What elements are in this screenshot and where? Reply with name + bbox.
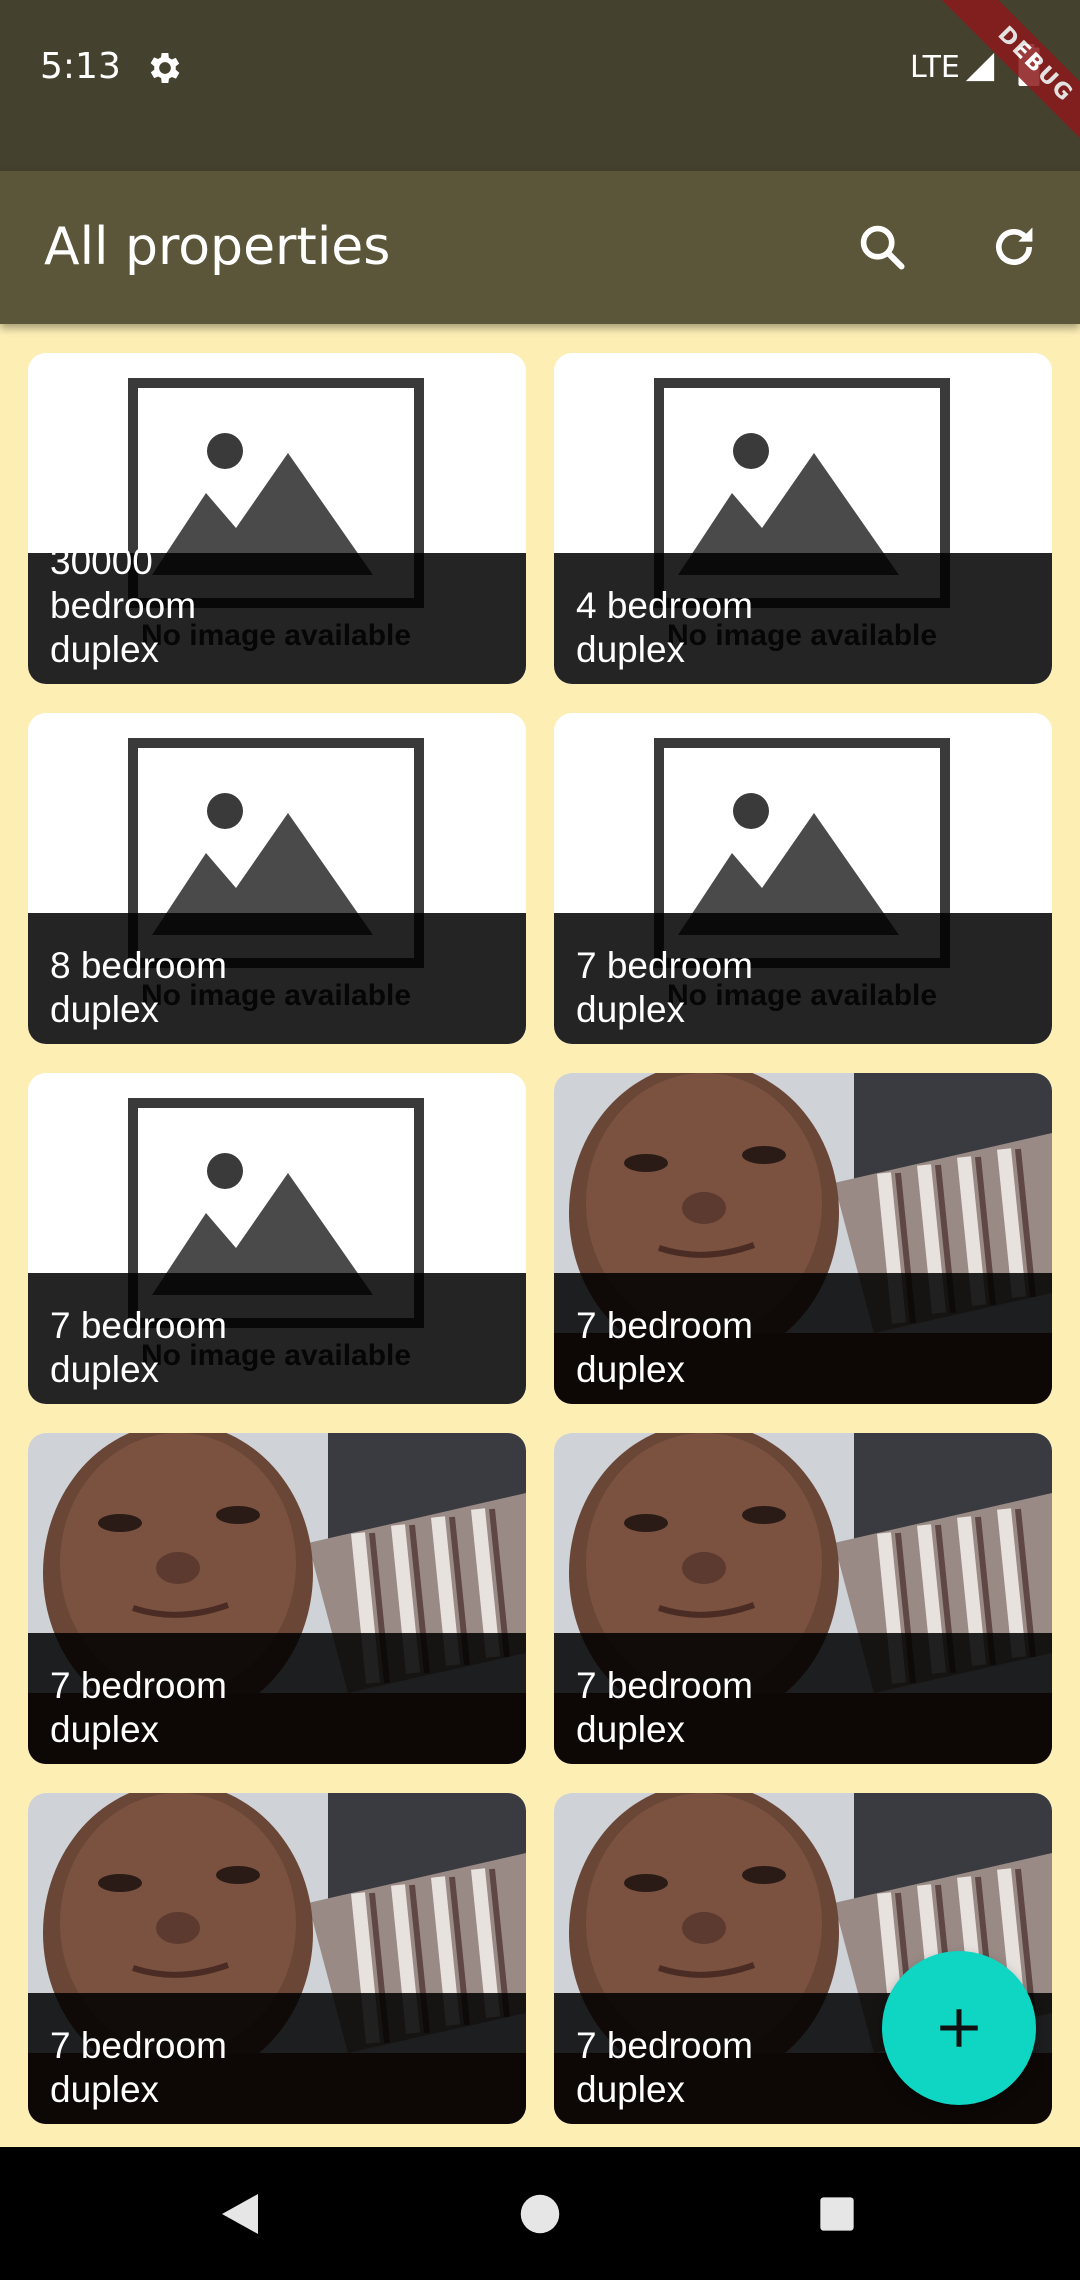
property-title: 7 bedroom duplex: [576, 2025, 753, 2110]
property-title: 7 bedroom duplex: [576, 1305, 753, 1390]
status-bar: 5:13 LTE DEBUG: [0, 0, 1080, 172]
property-card[interactable]: No image available7 bedroom duplex: [28, 1073, 526, 1404]
property-card[interactable]: 7 bedroom duplex: [554, 1073, 1052, 1404]
property-card[interactable]: No image available4 bedroom duplex: [554, 353, 1052, 684]
property-caption: 7 bedroom duplex: [554, 1633, 1052, 1764]
property-title: 7 bedroom duplex: [50, 1665, 227, 1750]
status-time: 5:13: [40, 46, 121, 87]
signal-icon: [965, 52, 995, 82]
property-caption: 30000 bedroom duplex: [28, 541, 526, 684]
refresh-button[interactable]: [982, 215, 1046, 279]
property-caption: 7 bedroom duplex: [554, 1273, 1052, 1404]
property-caption: 7 bedroom duplex: [28, 1273, 526, 1404]
property-card[interactable]: 7 bedroom duplex: [28, 1793, 526, 2124]
property-title: 7 bedroom duplex: [50, 1305, 227, 1390]
property-title: 8 bedroom duplex: [50, 945, 227, 1030]
property-card[interactable]: 7 bedroom duplex: [554, 1433, 1052, 1764]
system-nav-bar: [0, 2147, 1080, 2280]
refresh-icon: [996, 227, 1033, 265]
property-caption: 7 bedroom duplex: [28, 1633, 526, 1764]
property-card[interactable]: 7 bedroom duplex: [28, 1433, 526, 1764]
property-title: 7 bedroom duplex: [576, 1665, 753, 1750]
page-title: All properties: [44, 217, 391, 277]
home-icon: [520, 2194, 560, 2233]
plus-icon: [940, 2009, 978, 2047]
nav-recents-button[interactable]: [797, 2147, 877, 2280]
property-caption: 7 bedroom duplex: [554, 913, 1052, 1044]
property-title: 30000 bedroom duplex: [50, 541, 197, 670]
property-title: 7 bedroom duplex: [576, 945, 753, 1030]
property-caption: 8 bedroom duplex: [28, 913, 526, 1044]
recents-icon: [820, 2196, 854, 2231]
property-caption: 7 bedroom duplex: [28, 1993, 526, 2124]
property-card[interactable]: No image available8 bedroom duplex: [28, 713, 526, 1044]
add-property-button[interactable]: [882, 1951, 1036, 2105]
nav-back-button[interactable]: [200, 2147, 280, 2280]
property-card[interactable]: No image available7 bedroom duplex: [554, 713, 1052, 1044]
property-title: 4 bedroom duplex: [576, 585, 753, 670]
property-title: 7 bedroom duplex: [50, 2025, 227, 2110]
gear-icon: [150, 53, 180, 83]
search-icon: [860, 225, 905, 270]
debug-banner: DEBUG: [928, 0, 1080, 172]
property-card[interactable]: No image available30000 bedroom duplex: [28, 353, 526, 684]
network-type: LTE: [910, 50, 960, 85]
nav-home-button[interactable]: [500, 2147, 580, 2280]
back-icon: [222, 2193, 258, 2234]
app-bar: All properties: [0, 171, 1080, 324]
search-button[interactable]: [850, 215, 914, 279]
property-caption: 4 bedroom duplex: [554, 553, 1052, 684]
